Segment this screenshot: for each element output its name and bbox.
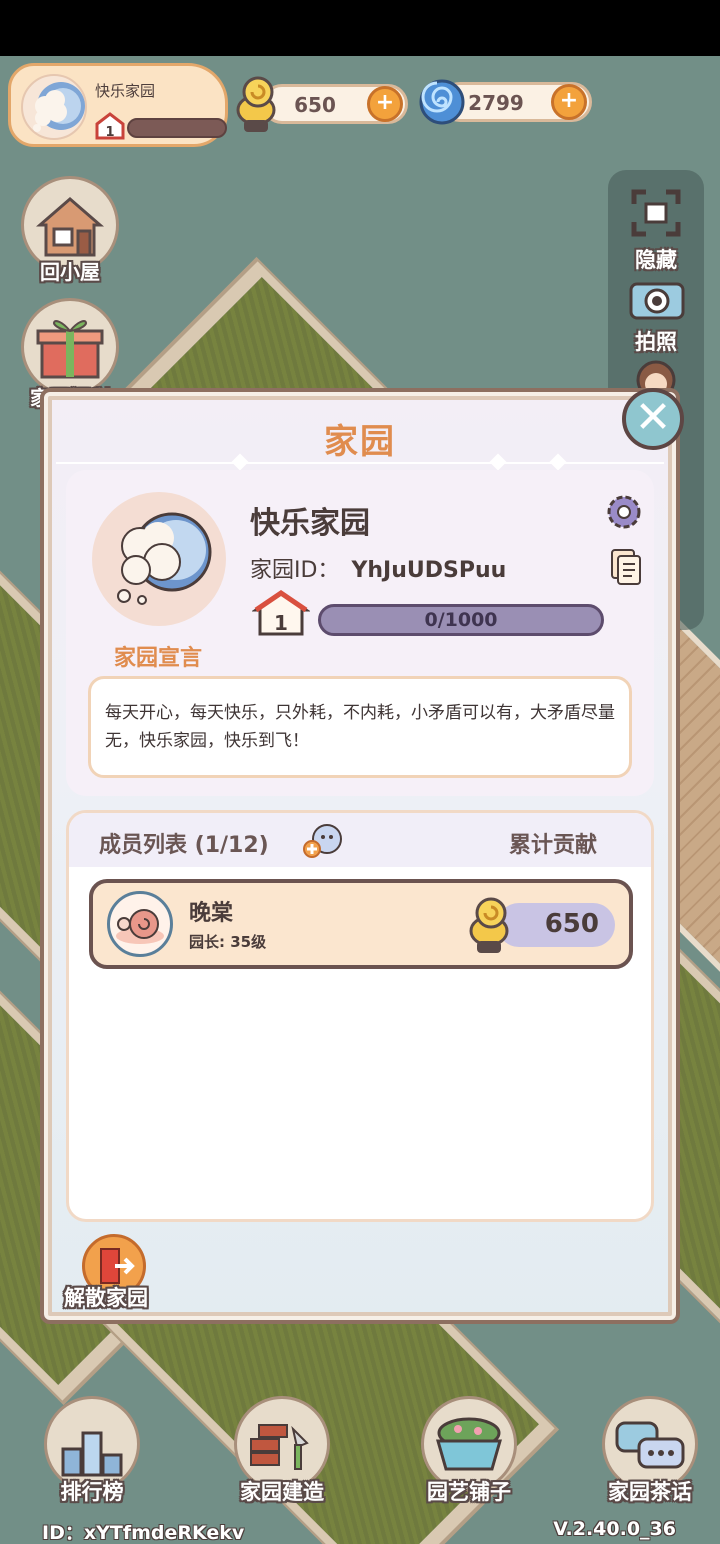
title-divider [56, 462, 664, 464]
garden-shop-label: 园艺铺子 [427, 1480, 511, 1504]
home-badge[interactable]: 快乐家园 1 [8, 63, 228, 147]
home-profile-avatar[interactable] [92, 492, 226, 626]
back-to-house-button[interactable]: 回小屋 [20, 176, 120, 284]
svg-text:1: 1 [274, 611, 288, 635]
member-contribution-value: 650 [544, 909, 599, 939]
camera-label: 拍照 [635, 330, 677, 354]
snail-avatar-icon [116, 909, 164, 944]
home-exp-text: 0/1000 [424, 609, 498, 631]
member-list-header: 成员列表 (1/12) 累计贡献 [69, 813, 651, 867]
snail-coin-icon [469, 897, 509, 953]
camera-button[interactable]: 拍照 [608, 274, 704, 356]
home-name: 快乐家园 [95, 82, 156, 100]
copy-icon[interactable] [608, 546, 644, 586]
leaderboard-label: 排行榜 [60, 1480, 124, 1504]
snail-currency: 650 + [262, 84, 408, 124]
member-list-title: 成员列表 (1/12) [99, 833, 269, 858]
status-bar [0, 0, 720, 56]
member-avatar [107, 891, 173, 957]
member-name: 晚棠 [189, 901, 234, 926]
add-swirl-button[interactable]: + [551, 84, 587, 120]
add-snail-button[interactable]: + [367, 86, 403, 122]
home-chat-button[interactable]: 家园茶话 [585, 1396, 715, 1504]
home-build-button[interactable]: 家园建造 [217, 1396, 347, 1504]
home-welfare-button[interactable]: 家园福利 [20, 298, 120, 410]
hide-label: 隐藏 [635, 248, 677, 272]
cloud-moon-icon [117, 512, 212, 605]
home-id-value: YhJuUDSPuu [351, 558, 507, 583]
snail-coin-icon [236, 76, 276, 132]
svg-text:1: 1 [105, 125, 114, 140]
back-to-house-label: 回小屋 [40, 260, 100, 284]
hide-frame-icon [631, 189, 681, 237]
home-id-row: 家园ID： YhJuUDSPuu [250, 552, 506, 584]
member-list-panel: 成员列表 (1/12) 累计贡献 晚棠 园长: 35级 650 [66, 810, 654, 1222]
home-declaration-text: 每天开心，每天快乐，只外耗，不内耗，小矛盾可以有，大矛盾尽量无，快乐家园，快乐到… [88, 676, 632, 778]
home-chat-label: 家园茶话 [608, 1480, 692, 1504]
swirl-gem-icon [419, 79, 465, 125]
dialog-title: 家园 [324, 422, 396, 462]
home-declaration-link[interactable]: 家园宣言 [86, 640, 230, 672]
disband-home-label[interactable]: 解散家园 [64, 1282, 148, 1312]
home-level-icon: 1 [95, 112, 125, 140]
invite-member-icon[interactable] [301, 821, 345, 861]
camera-icon [629, 282, 685, 320]
gift-icon [36, 320, 104, 379]
member-row[interactable]: 晚棠 园长: 35级 650 [89, 879, 633, 969]
home-exp-progress: 0/1000 [318, 604, 604, 636]
member-role: 园长: 35级 [189, 933, 267, 951]
cloud-moon-icon [33, 82, 85, 132]
version-label: V.2.40.0_36 [553, 1518, 676, 1540]
garden-shop-button[interactable]: 园艺铺子 [404, 1396, 534, 1504]
gear-icon[interactable] [604, 492, 644, 532]
player-id: ID：xYTfmdeRKekv [42, 1522, 245, 1544]
dialog-home-name: 快乐家园 [250, 506, 370, 541]
contribution-header: 累计贡献 [508, 833, 597, 858]
hide-button[interactable]: 隐藏 [608, 186, 704, 274]
home-level-icon: 1 [252, 590, 310, 636]
home-build-label: 家园建造 [240, 1480, 324, 1504]
home-id-label: 家园ID： [250, 558, 340, 583]
leaderboard-button[interactable]: 排行榜 [27, 1396, 157, 1504]
close-button[interactable]: ✕ [622, 388, 684, 450]
home-exp-bar [127, 118, 227, 138]
home-avatar [21, 74, 87, 140]
